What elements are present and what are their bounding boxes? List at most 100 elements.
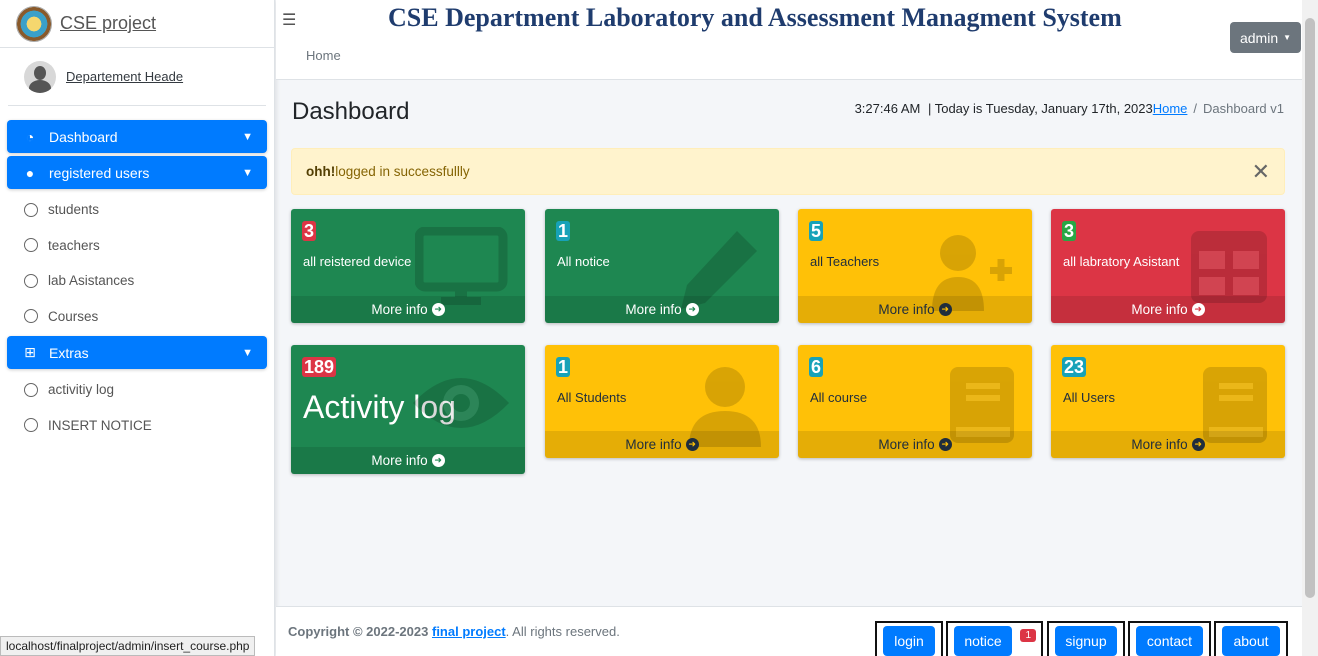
sidebar-item-students[interactable]: students (7, 192, 267, 228)
more-info-link[interactable]: More info ➜ (798, 296, 1032, 323)
admin-dropdown-button[interactable]: admin ▼ (1230, 22, 1301, 53)
sidebar-item-extras[interactable]: ⊞ Extras ▼ (7, 336, 267, 369)
brand-logo (16, 5, 52, 42)
sidebar-item-teachers[interactable]: teachers (7, 228, 267, 264)
more-info-label: More info (625, 437, 682, 452)
more-info-link[interactable]: More info ➜ (291, 296, 525, 323)
stat-box-users: 23 All Users More info ➜ (1051, 345, 1285, 458)
stat-box-students: 1 All Students More info ➜ (545, 345, 779, 458)
stat-count: 189 (302, 357, 337, 377)
stat-box-devices: 3 all reistered device More info ➜ (291, 209, 525, 323)
page-title: Dashboard (292, 98, 410, 125)
footer-button-wrap: login (875, 621, 943, 656)
sidebar-item-label: students (48, 202, 100, 218)
arrow-circle-right-icon: ➜ (685, 303, 699, 316)
sidebar-item-label: Extras (49, 344, 89, 361)
more-info-link[interactable]: More info ➜ (545, 431, 779, 458)
sidebar-item-label: activitiy log (48, 382, 115, 398)
more-info-label: More info (878, 302, 935, 317)
notice-badge: 1 (1020, 629, 1036, 642)
more-info-link[interactable]: More info ➜ (291, 447, 525, 474)
more-info-link[interactable]: More info ➜ (545, 296, 779, 323)
breadcrumb-home-link[interactable]: Home (1153, 101, 1188, 116)
sidebar-item-lab-asistances[interactable]: lab Asistances (7, 263, 267, 299)
stat-label: all labratory Asistant (1063, 254, 1180, 269)
copyright-prefix: Copyright © 2022-2023 (288, 624, 429, 639)
sidebar-item-label: INSERT NOTICE (48, 417, 152, 433)
sidebar-item-registered-users[interactable]: ● registered users ▼ (7, 156, 267, 189)
stat-box-notice: 1 All notice More info ➜ (545, 209, 779, 323)
brand-link[interactable]: CSE project (0, 0, 274, 48)
login-button[interactable]: login (883, 626, 935, 656)
more-info-label: More info (371, 302, 428, 317)
footer-button-wrap: notice 1 (946, 621, 1043, 656)
stat-count: 5 (809, 221, 824, 241)
stat-count: 1 (556, 221, 571, 241)
top-navbar: ☰ CSE Department Laboratory and Assessme… (276, 0, 1302, 80)
about-button[interactable]: about (1222, 626, 1280, 656)
stat-box-teachers: 5 all Teachers More info ➜ (798, 209, 1032, 323)
sidebar: CSE project Departement Heade ◔ Dashboar… (0, 0, 275, 656)
arrow-circle-right-icon: ➜ (1191, 438, 1205, 451)
notice-button[interactable]: notice 1 (954, 626, 1036, 656)
arrow-circle-right-icon: ➜ (685, 438, 699, 451)
breadcrumb-current: Dashboard v1 (1203, 101, 1284, 116)
sidebar-item-label: Courses (48, 308, 99, 324)
circle-icon (24, 382, 38, 397)
stat-label: All Students (557, 390, 627, 405)
stat-box-courses: 6 All course More info ➜ (798, 345, 1032, 458)
nav-home-link[interactable]: Home (306, 48, 341, 63)
circle-icon (24, 418, 38, 433)
more-info-label: More info (371, 453, 428, 468)
more-info-label: More info (878, 437, 935, 452)
sidebar-item-insert-notice[interactable]: INSERT NOTICE (7, 408, 267, 444)
stat-box-lab-assistant: 3 all labratory Asistant More info ➜ (1051, 209, 1285, 323)
sidebar-item-label: registered users (49, 164, 150, 181)
sidebar-item-activity-log[interactable]: activitiy log (7, 372, 267, 408)
stat-count: 1 (556, 357, 571, 377)
chevron-down-icon: ▼ (242, 346, 253, 359)
stat-count: 3 (302, 221, 317, 241)
footer-project-link[interactable]: final project (432, 624, 506, 639)
breadcrumb: 3:27:46 AM | Today is Tuesday, January 1… (855, 101, 1284, 116)
date-text: | Today is Tuesday, January 17th, 2023 (927, 101, 1153, 116)
stat-label: All Users (1063, 390, 1116, 405)
more-info-label: More info (625, 302, 682, 317)
stat-label: All course (810, 390, 868, 405)
status-bar-url: localhost/finalproject/admin/insert_cour… (0, 636, 256, 656)
stat-label: all reistered device (303, 254, 412, 269)
hamburger-menu-icon[interactable]: ☰ (282, 10, 296, 30)
sidebar-item-label: teachers (48, 237, 100, 253)
signup-button[interactable]: signup (1055, 626, 1117, 656)
vertical-scrollbar[interactable] (1302, 0, 1318, 656)
circle-icon (24, 202, 38, 217)
footer-button-wrap: contact (1128, 621, 1211, 656)
more-info-link[interactable]: More info ➜ (1051, 296, 1285, 323)
footer: Copyright © 2022-2023 final project. All… (276, 606, 1302, 656)
brand-name[interactable]: CSE project (60, 13, 156, 34)
arrow-circle-right-icon: ➜ (1191, 303, 1205, 316)
more-info-link[interactable]: More info ➜ (1051, 431, 1285, 458)
chevron-down-icon: ▼ (242, 166, 253, 179)
copyright-suffix: . All rights reserved. (505, 624, 620, 639)
tachometer-icon: ◔ (25, 128, 35, 145)
sidebar-item-label: Dashboard (49, 128, 118, 145)
chevron-down-icon: ▼ (242, 130, 253, 143)
stat-count: 6 (809, 357, 824, 377)
caret-down-icon: ▼ (1283, 33, 1292, 42)
alert-text: logged in successfullly (335, 164, 470, 179)
success-alert: ohh! logged in successfullly ✕ (291, 148, 1285, 195)
user-name-link[interactable]: Departement Heade (66, 69, 183, 84)
circle-icon (24, 273, 38, 288)
notice-label: notice (964, 633, 1002, 649)
more-info-link[interactable]: More info ➜ (798, 431, 1032, 458)
contact-button[interactable]: contact (1136, 626, 1203, 656)
close-icon[interactable]: ✕ (1252, 159, 1270, 185)
sidebar-item-courses[interactable]: Courses (7, 299, 267, 335)
arrow-circle-right-icon: ➜ (938, 438, 952, 451)
sidebar-item-dashboard[interactable]: ◔ Dashboard ▼ (7, 120, 267, 153)
scrollbar-thumb[interactable] (1305, 18, 1315, 598)
stat-box-activity-log: 189 Activity log More info ➜ (291, 345, 525, 474)
circle-icon (24, 238, 38, 253)
stat-label: all Teachers (810, 254, 880, 269)
